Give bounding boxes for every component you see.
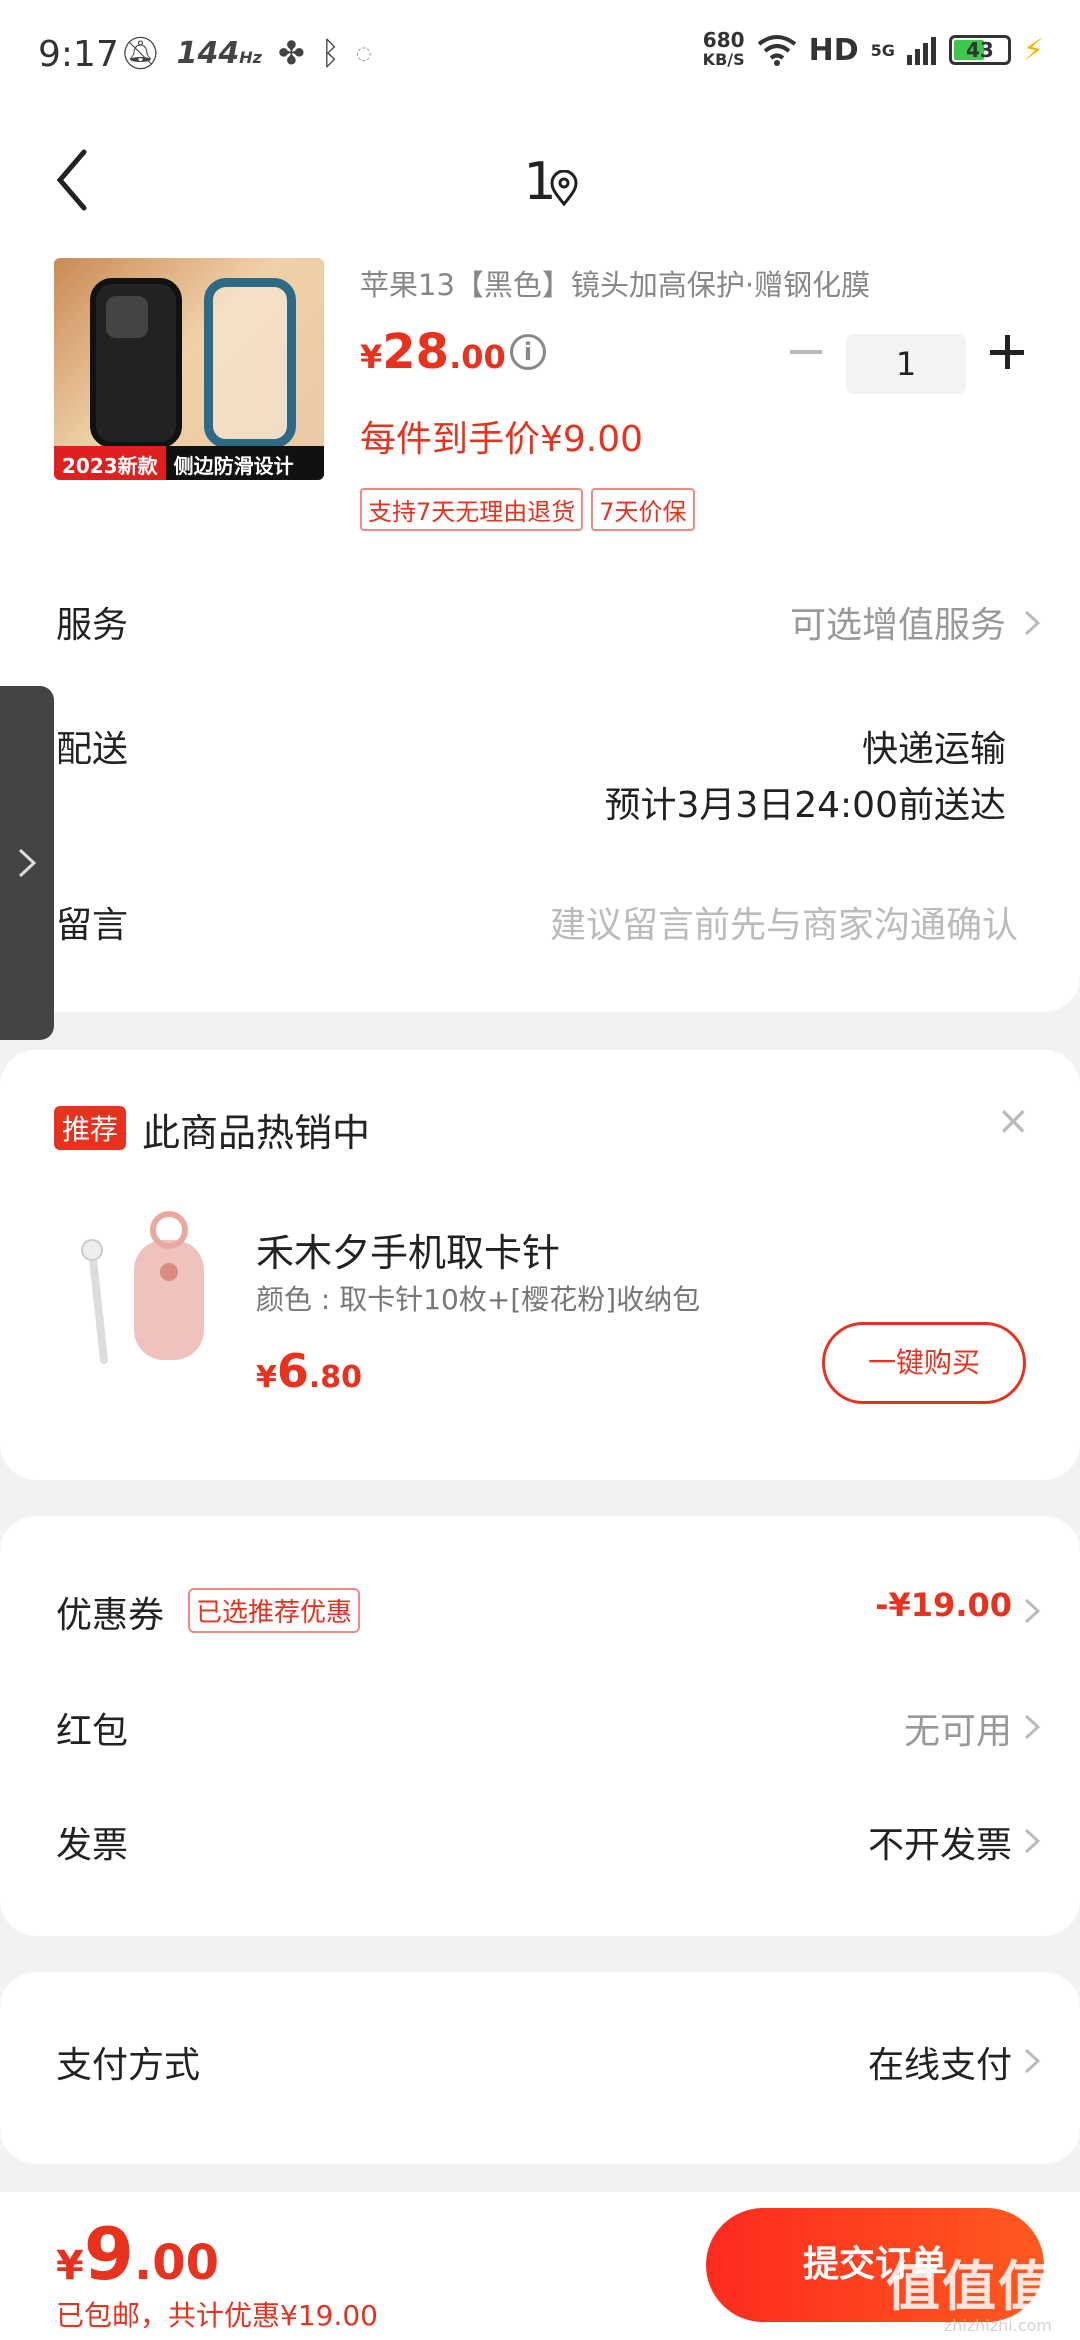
page-title: 1 [523, 152, 557, 212]
bottom-bar: ¥9.00 已包邮，共计优惠¥19.00 提交订单 值值值 zhizhizhi.… [0, 2192, 1080, 2340]
chevron-right-icon [1022, 1826, 1042, 1856]
payment-card: 支付方式 在线支付 [0, 1972, 1080, 2164]
hd-label: HD [808, 32, 859, 68]
recommend-product-spec: 颜色 : 取卡针10枚+[樱花粉]收纳包 [256, 1283, 701, 1316]
payment-value: 在线支付 [867, 2045, 1012, 2086]
payment-label: 支付方式 [56, 2045, 201, 2086]
quantity-input[interactable]: 1 [846, 334, 966, 394]
badge-price-protect: 7天价保 [591, 488, 695, 531]
recommend-tag: 推荐 [54, 1106, 127, 1150]
coupon-label: 优惠券 [56, 1595, 165, 1636]
message-input[interactable]: 建议留言前先与商家沟通确认 [550, 896, 1018, 948]
chevron-right-icon [18, 848, 37, 878]
total-note: 已包邮，共计优惠¥19.00 [56, 2299, 378, 2332]
chevron-right-icon [1022, 1712, 1042, 1742]
delivery-method: 快递运输 [861, 729, 1006, 770]
info-icon[interactable]: i [510, 334, 546, 370]
status-time: 9:17 [38, 34, 119, 75]
recommend-product-price: ¥6.80 [256, 1344, 363, 1398]
charging-icon: ⚡ [1022, 32, 1044, 68]
badge-return: 支持7天无理由退货 [360, 488, 584, 531]
coupon-tag: 已选推荐优惠 [188, 1588, 361, 1633]
service-badges: 支持7天无理由退货 7天价保 [360, 488, 695, 531]
signal-icon [906, 37, 936, 65]
status-right-icons: 680 KB/S HD 5G 43 ⚡ [703, 30, 1044, 70]
wifi-icon [757, 35, 796, 66]
redpacket-label: 红包 [56, 1711, 129, 1752]
one-click-buy-button[interactable]: 一键购买 [822, 1322, 1026, 1404]
chevron-right-icon [1022, 2046, 1042, 2076]
order-item-card: 2023新款 侧边防滑设计 苹果13【黑色】镜头加高保护·赠钢化膜 ¥28.00… [0, 252, 1080, 1012]
bluetooth-icon: ᛒ [320, 34, 340, 72]
close-icon[interactable]: × [996, 1098, 1030, 1144]
watermark: 值值值 [886, 2255, 1054, 2318]
image-tag-feature: 侧边防滑设计 [165, 446, 324, 480]
bell-off-icon: 🔕︎ [120, 34, 161, 72]
refresh-rate: 144Hz [176, 35, 262, 71]
redpacket-value: 无可用 [903, 1711, 1012, 1752]
service-value: 可选增值服务 [789, 605, 1006, 646]
total-price: ¥9.00 [56, 2212, 219, 2296]
recommend-card: 推荐 此商品热销中 × 禾木夕手机取卡针 颜色 : 取卡针10枚+[樱花粉]收纳… [0, 1050, 1080, 1480]
coupon-value: -¥19.00 [875, 1586, 1012, 1624]
watermark-sub: zhizhizhi.com [943, 2316, 1052, 2335]
location-pin-icon[interactable] [548, 170, 580, 206]
product-image[interactable]: 2023新款 侧边防滑设计 [54, 258, 324, 480]
net-speed: 680 KB/S [702, 28, 745, 69]
price-each-label: 每件到手价¥9.00 [360, 419, 644, 460]
quantity-increase-button[interactable] [988, 332, 1028, 372]
product-title: 苹果13【黑色】镜头加高保护·赠钢化膜 [360, 268, 871, 302]
discounts-card: 优惠券 已选推荐优惠 -¥19.00 红包 无可用 发票 不开发票 [0, 1516, 1080, 1936]
status-left-icons: 🔕︎ 144Hz ✤ ᛒ ◌ [120, 34, 372, 72]
header: 1 [0, 112, 1080, 252]
image-tag-new: 2023新款 [54, 446, 166, 480]
quantity-decrease-button[interactable] [786, 332, 826, 372]
recommend-title: 此商品热销中 [142, 1111, 371, 1155]
eye-icon: ◌ [355, 42, 372, 64]
chevron-right-icon [1022, 608, 1042, 638]
delivery-label: 配送 [56, 729, 129, 770]
chevron-right-icon [1022, 1596, 1042, 1626]
network-label: 5G [870, 40, 895, 60]
invoice-value: 不开发票 [867, 1825, 1012, 1866]
recommend-product-name: 禾木夕手机取卡针 [256, 1231, 561, 1275]
service-label: 服务 [56, 605, 129, 646]
message-label: 留言 [56, 905, 129, 946]
invoice-label: 发票 [56, 1825, 129, 1866]
status-bar: 9:17 🔕︎ 144Hz ✤ ᛒ ◌ 680 KB/S HD 5G 43 ⚡ [0, 0, 1080, 112]
side-drawer-handle[interactable] [0, 686, 54, 1040]
battery-icon: 43 [948, 35, 1011, 65]
delivery-eta: 预计3月3日24:00前送达 [604, 785, 1006, 826]
product-price: ¥28.00 [360, 324, 506, 380]
fan-icon: ✤ [277, 34, 305, 72]
recommend-product-image[interactable] [64, 1210, 244, 1390]
